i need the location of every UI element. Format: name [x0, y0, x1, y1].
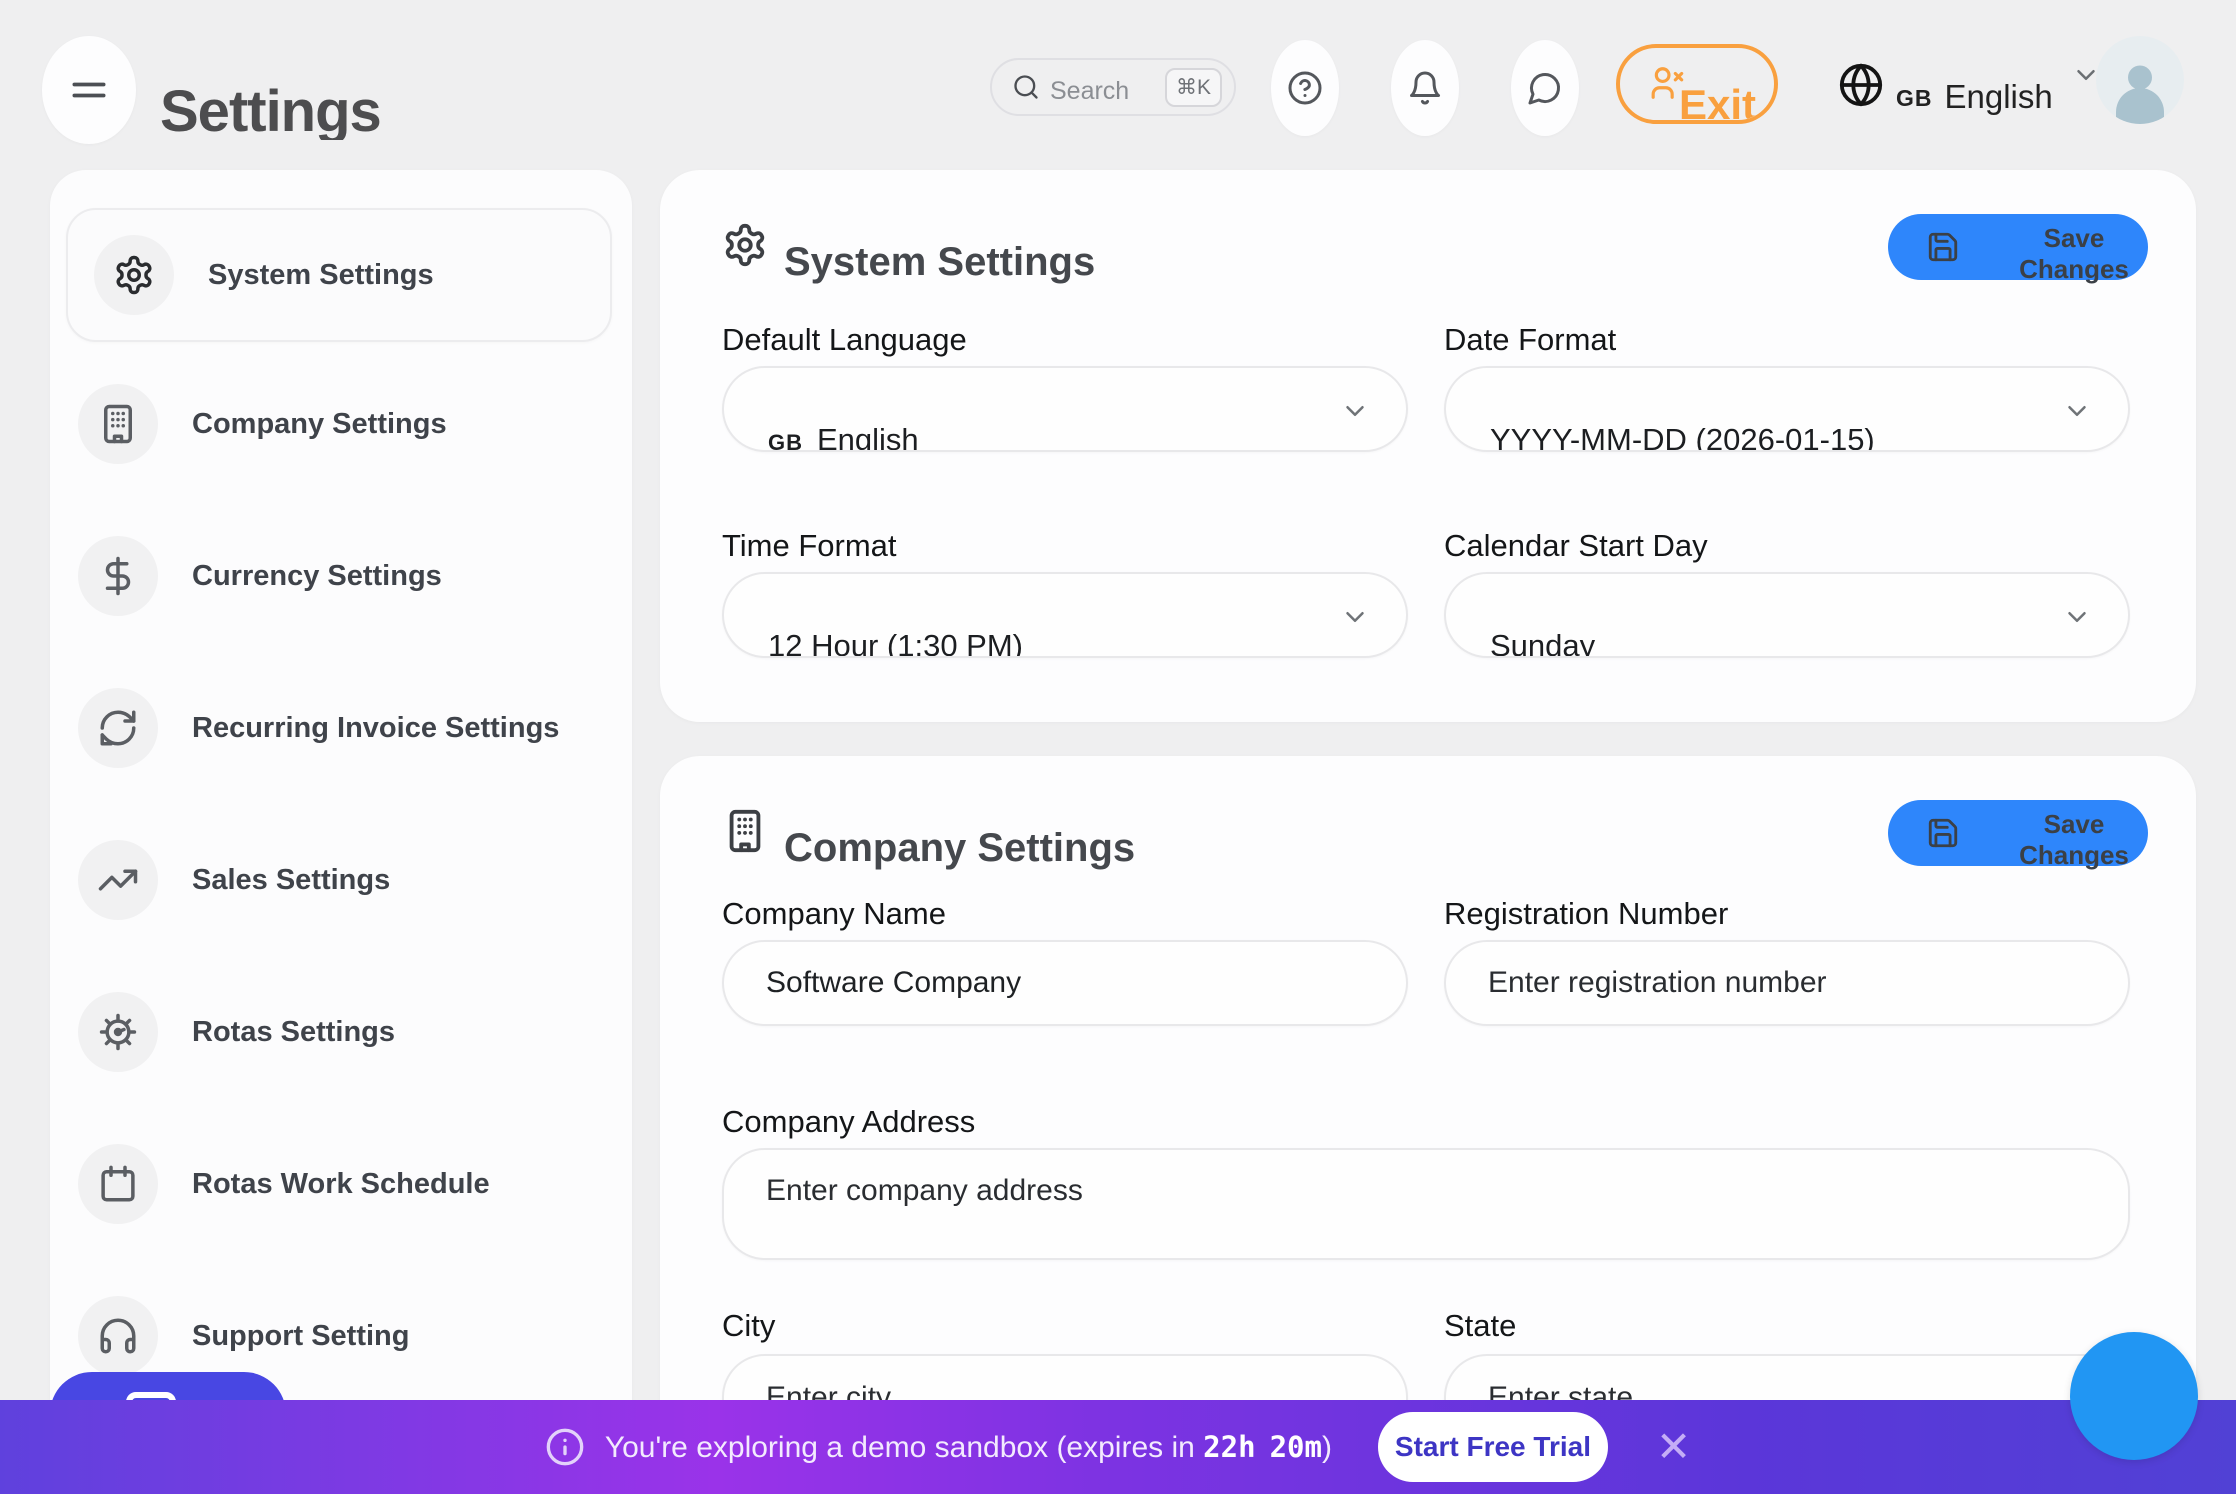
banner-hours: 22h: [1203, 1430, 1255, 1464]
field-label-city: City: [722, 1308, 775, 1344]
time-format-select[interactable]: 12 Hour (1:30 PM): [722, 572, 1408, 658]
company-name-input[interactable]: [722, 940, 1408, 1026]
sidebar-item-label: Sales Settings: [192, 864, 390, 897]
settings-page: Settings Search ⌘K Exit GB English: [0, 0, 2236, 1494]
sidebar-item-label: Rotas Work Schedule: [192, 1168, 490, 1201]
help-icon: [1287, 70, 1323, 106]
chat-bubble-icon: [1527, 70, 1563, 106]
building-icon: [722, 808, 768, 854]
company-settings-card: Company Settings Save Changes Company Na…: [660, 756, 2196, 1460]
gear-icon: [94, 235, 174, 315]
user-avatar[interactable]: [2096, 36, 2184, 124]
select-value: English: [817, 422, 919, 452]
sidebar-item-recurring-invoice-settings[interactable]: Recurring Invoice Settings: [50, 652, 632, 804]
date-format-select[interactable]: YYYY-MM-DD (2026-01-15): [1444, 366, 2130, 452]
banner-close-icon[interactable]: ✕: [1656, 1426, 1691, 1468]
start-free-trial-button[interactable]: Start Free Trial: [1378, 1412, 1608, 1482]
select-value: YYYY-MM-DD (2026-01-15): [1490, 422, 1875, 452]
refresh-icon: [78, 688, 158, 768]
language-code: GB: [1896, 85, 1933, 116]
sidebar-item-label: Rotas Settings: [192, 1016, 395, 1049]
demo-sandbox-banner: You're exploring a demo sandbox (expires…: [0, 1400, 2236, 1494]
chevron-down-icon: [1340, 602, 1370, 632]
banner-message-suffix: ): [1322, 1431, 1332, 1464]
person-icon: [2104, 52, 2176, 124]
sidebar-item-label: System Settings: [208, 259, 434, 292]
sidebar-item-label: Support Setting: [192, 1320, 409, 1353]
page-title: Settings: [160, 80, 381, 140]
chat-button[interactable]: [1511, 40, 1579, 136]
info-icon: [545, 1427, 585, 1467]
field-label-default-language: Default Language: [722, 322, 967, 358]
sidebar-item-label: Recurring Invoice Settings: [192, 712, 559, 745]
hamburger-icon: [67, 68, 111, 112]
save-changes-label: Save Changes: [2000, 795, 2148, 871]
field-label-date-format: Date Format: [1444, 322, 1616, 358]
sidebar-item-system-settings[interactable]: System Settings: [66, 208, 612, 342]
save-changes-button[interactable]: Save Changes: [1888, 800, 2148, 866]
card-title: Company Settings: [784, 826, 1135, 871]
gear-dial-icon: [78, 992, 158, 1072]
notifications-button[interactable]: [1391, 40, 1459, 136]
banner-message: You're exploring a demo sandbox (expires…: [605, 1430, 1332, 1465]
banner-message-prefix: You're exploring a demo sandbox (expires…: [605, 1431, 1203, 1464]
save-changes-label: Save Changes: [2000, 209, 2148, 285]
trending-up-icon: [78, 840, 158, 920]
card-title: System Settings: [784, 240, 1095, 285]
save-icon: [1926, 816, 1960, 850]
chevron-down-icon: [2062, 602, 2092, 632]
sidebar-item-rotas-settings[interactable]: Rotas Settings: [50, 956, 632, 1108]
calendar-icon: [78, 1144, 158, 1224]
settings-sidebar: System Settings Company Settings Currenc…: [50, 170, 632, 1460]
exit-button[interactable]: Exit: [1616, 44, 1778, 124]
hamburger-menu-button[interactable]: [42, 36, 136, 144]
field-label-company-address: Company Address: [722, 1104, 975, 1140]
select-value: Sunday: [1490, 628, 1595, 658]
search-placeholder: Search: [1050, 69, 1155, 106]
sidebar-item-company-settings[interactable]: Company Settings: [50, 348, 632, 500]
dollar-icon: [78, 536, 158, 616]
globe-icon: [1838, 62, 1884, 108]
calendar-start-day-select[interactable]: Sunday: [1444, 572, 2130, 658]
chevron-down-icon: [2062, 396, 2092, 426]
field-label-registration-number: Registration Number: [1444, 896, 1728, 932]
save-icon: [1926, 230, 1960, 264]
select-value: 12 Hour (1:30 PM): [768, 628, 1023, 658]
language-name: English: [1945, 78, 2053, 116]
chat-fab-button[interactable]: [2070, 1332, 2198, 1460]
building-icon: [78, 384, 158, 464]
field-label-company-name: Company Name: [722, 896, 946, 932]
sidebar-item-rotas-work-schedule[interactable]: Rotas Work Schedule: [50, 1108, 632, 1260]
language-selector[interactable]: GB English: [1838, 52, 2101, 116]
sidebar-item-sales-settings[interactable]: Sales Settings: [50, 804, 632, 956]
system-settings-card: System Settings Save Changes Default Lan…: [660, 170, 2196, 722]
company-address-input[interactable]: [722, 1148, 2130, 1260]
sidebar-item-currency-settings[interactable]: Currency Settings: [50, 500, 632, 652]
field-label-state: State: [1444, 1308, 1516, 1344]
gear-icon: [722, 222, 768, 268]
field-label-calendar-start-day: Calendar Start Day: [1444, 528, 1708, 564]
search-input[interactable]: Search ⌘K: [990, 58, 1236, 116]
help-button[interactable]: [1271, 40, 1339, 136]
save-changes-button[interactable]: Save Changes: [1888, 214, 2148, 280]
banner-minutes: 20m: [1270, 1430, 1322, 1464]
search-shortcut-badge: ⌘K: [1165, 68, 1222, 107]
bell-icon: [1407, 70, 1443, 106]
sidebar-item-label: Company Settings: [192, 408, 447, 441]
registration-number-input[interactable]: [1444, 940, 2130, 1026]
headphones-icon: [78, 1296, 158, 1376]
chevron-down-icon: [1340, 396, 1370, 426]
default-language-select[interactable]: GB English: [722, 366, 1408, 452]
language-code-prefix: GB: [768, 430, 803, 452]
exit-label: Exit: [1679, 81, 1756, 124]
field-label-time-format: Time Format: [722, 528, 897, 564]
search-icon: [1012, 73, 1040, 101]
sidebar-item-label: Currency Settings: [192, 560, 442, 593]
